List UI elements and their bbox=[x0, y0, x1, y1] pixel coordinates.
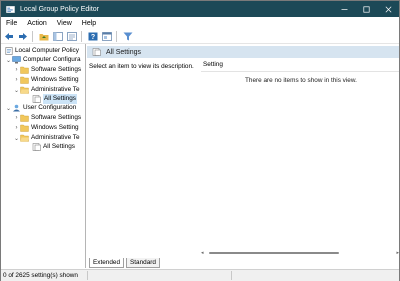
close-icon bbox=[385, 6, 391, 12]
folder-icon bbox=[20, 76, 29, 84]
show-hide-tree-button[interactable] bbox=[52, 30, 64, 42]
folder-open-icon bbox=[20, 86, 29, 94]
chevron-down-icon[interactable]: ⌄ bbox=[5, 104, 12, 112]
tree-item-label: Computer Configura bbox=[23, 56, 81, 63]
app-window: Local Group Policy Editor File Action Vi… bbox=[0, 0, 400, 281]
chevron-right-icon[interactable]: › bbox=[13, 66, 20, 74]
tree-item-windows-settings-user[interactable]: › Windows Setting bbox=[13, 123, 79, 133]
empty-list-message: There are no items to show in this view. bbox=[245, 77, 357, 84]
title-bar[interactable]: Local Group Policy Editor bbox=[1, 1, 399, 17]
folder-icon bbox=[20, 66, 29, 74]
toolbar-separator bbox=[81, 30, 82, 42]
close-button[interactable] bbox=[377, 1, 399, 17]
details-title: All Settings bbox=[106, 48, 142, 56]
scrollbar-thumb[interactable] bbox=[209, 252, 339, 254]
scroll-left-icon[interactable]: ◂ bbox=[201, 250, 204, 256]
column-header-setting[interactable]: Setting bbox=[203, 61, 223, 68]
toolbar-separator bbox=[32, 30, 33, 42]
menu-view[interactable]: View bbox=[52, 18, 77, 29]
folder-icon bbox=[20, 124, 29, 132]
details-pane: All Settings Select an item to view its … bbox=[87, 44, 399, 268]
chevron-right-icon[interactable]: › bbox=[13, 114, 20, 122]
view-tabs: Extended Standard bbox=[87, 258, 399, 268]
settings-page-icon bbox=[92, 48, 101, 56]
tree-item-user-configuration[interactable]: ⌄ User Configuration bbox=[5, 103, 76, 113]
forward-button[interactable] bbox=[17, 30, 29, 42]
properties-button[interactable] bbox=[101, 30, 113, 42]
folder-open-icon bbox=[20, 134, 29, 142]
tree-item-label: Software Settings bbox=[31, 66, 82, 73]
list-column-header: Setting bbox=[201, 59, 399, 72]
help-button[interactable]: ? bbox=[87, 30, 99, 42]
user-icon bbox=[12, 104, 21, 112]
forward-arrow-icon bbox=[19, 32, 27, 40]
tree-item-label: Software Settings bbox=[31, 114, 82, 121]
chevron-down-icon[interactable]: ⌄ bbox=[13, 134, 20, 142]
tree-item-label: Windows Setting bbox=[31, 76, 79, 83]
tree-item-computer-configuration[interactable]: ⌄ Computer Configura bbox=[5, 55, 81, 65]
window-title: Local Group Policy Editor bbox=[20, 5, 99, 13]
tree-item-windows-settings[interactable]: › Windows Setting bbox=[13, 75, 79, 85]
export-list-button[interactable] bbox=[66, 30, 78, 42]
folder-up-icon bbox=[39, 33, 49, 40]
folder-icon bbox=[20, 114, 29, 122]
menu-action[interactable]: Action bbox=[22, 18, 51, 29]
scroll-right-icon[interactable]: ▸ bbox=[396, 250, 399, 256]
settings-page-icon bbox=[32, 143, 41, 151]
properties-icon bbox=[102, 31, 112, 41]
filter-button[interactable] bbox=[122, 30, 134, 42]
chevron-down-icon[interactable]: ⌄ bbox=[13, 86, 20, 94]
up-one-level-button[interactable] bbox=[38, 30, 50, 42]
status-separator bbox=[87, 271, 88, 280]
horizontal-scrollbar[interactable]: ◂ ▸ bbox=[201, 250, 399, 256]
tab-standard[interactable]: Standard bbox=[126, 258, 160, 268]
status-bar: 0 of 2625 setting(s) shown bbox=[1, 269, 399, 281]
svg-text:?: ? bbox=[91, 34, 95, 41]
status-separator bbox=[231, 271, 232, 280]
policy-document-icon bbox=[4, 47, 13, 55]
tree-item-label: All Settings bbox=[43, 143, 75, 150]
tree-item-label: Windows Setting bbox=[31, 124, 79, 131]
filter-icon bbox=[123, 32, 133, 40]
computer-icon bbox=[12, 56, 21, 64]
group-policy-app-icon bbox=[6, 5, 15, 13]
chevron-right-icon[interactable]: › bbox=[13, 76, 20, 84]
menu-file[interactable]: File bbox=[1, 18, 22, 29]
chevron-down-icon[interactable]: ⌄ bbox=[5, 56, 12, 64]
toolbar-separator bbox=[116, 30, 117, 42]
back-button[interactable] bbox=[3, 30, 15, 42]
back-arrow-icon bbox=[5, 32, 13, 40]
tab-extended[interactable]: Extended bbox=[89, 258, 125, 268]
details-header: All Settings bbox=[87, 46, 399, 58]
export-list-icon bbox=[67, 31, 77, 41]
console-tree[interactable]: Local Computer Policy ⌄ Computer Configu… bbox=[2, 44, 86, 268]
tree-item-label: User Configuration bbox=[23, 104, 77, 111]
status-text: 0 of 2625 setting(s) shown bbox=[3, 272, 78, 279]
tree-item-all-settings-user[interactable]: All Settings bbox=[32, 142, 75, 152]
description-text: Select an item to view its description. bbox=[89, 63, 194, 70]
show-hide-tree-icon bbox=[53, 31, 63, 41]
maximize-icon bbox=[362, 5, 370, 13]
toolbar: ? bbox=[1, 29, 399, 44]
chevron-right-icon[interactable]: › bbox=[13, 124, 20, 132]
help-icon: ? bbox=[88, 32, 98, 41]
minimize-button[interactable] bbox=[333, 1, 355, 17]
minimize-icon bbox=[341, 8, 347, 10]
tree-item-software-settings[interactable]: › Software Settings bbox=[13, 65, 81, 75]
menu-help[interactable]: Help bbox=[77, 18, 101, 29]
tree-item-software-settings-user[interactable]: › Software Settings bbox=[13, 113, 81, 123]
settings-page-icon bbox=[32, 95, 41, 103]
maximize-button[interactable] bbox=[355, 1, 377, 17]
menu-bar: File Action View Help bbox=[1, 18, 399, 29]
